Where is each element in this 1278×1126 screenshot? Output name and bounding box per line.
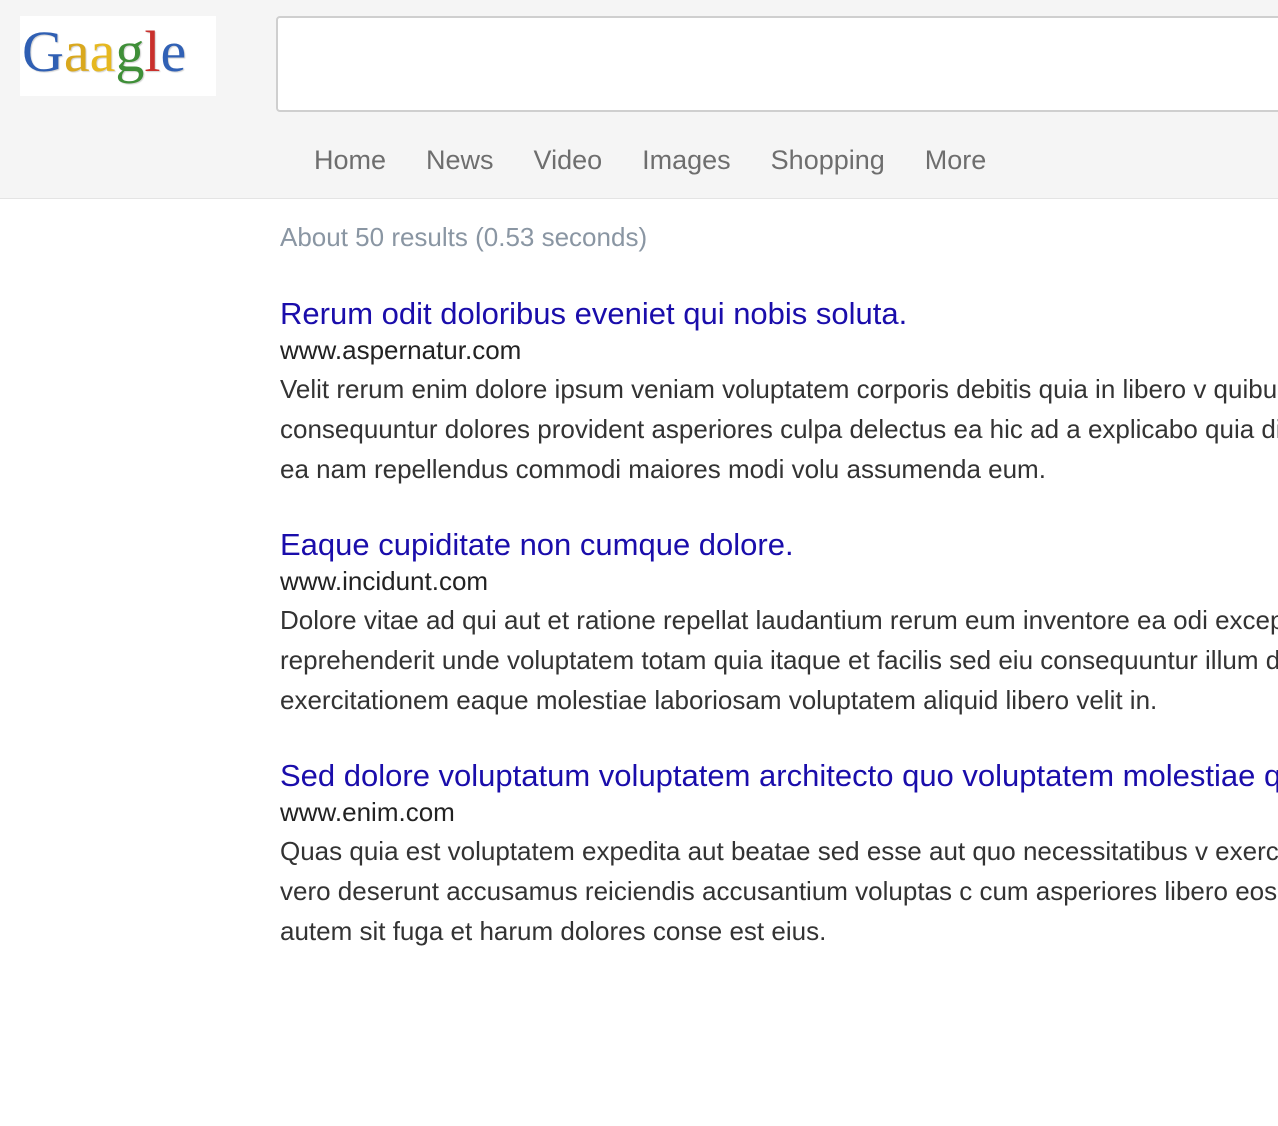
search-input[interactable] [276,16,1278,112]
result-snippet: Quas quia est voluptatem expedita aut be… [280,836,1278,946]
result-title-link[interactable]: Rerum odit doloribus eveniet qui nobis s… [280,296,1278,331]
logo-letter: G [22,19,64,84]
result-url: www.incidunt.com [280,566,489,596]
result-item: Rerum odit doloribus eveniet qui nobis s… [280,296,1278,489]
result-item: Sed dolore voluptatum voluptatem archite… [280,758,1278,951]
result-title-link[interactable]: Sed dolore voluptatum voluptatem archite… [280,758,1278,793]
result-snippet: Velit rerum enim dolore ipsum veniam vol… [280,374,1278,484]
nav-tab-more[interactable]: More [925,140,987,180]
logo-letter: l [144,19,161,84]
logo-letter: e [160,19,187,84]
result-snippet: Dolore vitae ad qui aut et ratione repel… [280,605,1278,715]
result-item: Eaque cupiditate non cumque dolore. www.i… [280,527,1278,720]
result-url: www.enim.com [280,797,455,827]
logo[interactable]: Gaagle [20,16,216,96]
logo-letter: a [89,19,116,84]
nav-tab-shopping[interactable]: Shopping [771,140,885,180]
result-url: www.aspernatur.com [280,335,522,365]
nav-tab-news[interactable]: News [426,140,494,180]
nav-tab-home[interactable]: Home [314,140,386,180]
logo-letter: g [115,19,145,84]
result-stats: About 50 results (0.53 seconds) [280,222,648,252]
result-title-link[interactable]: Eaque cupiditate non cumque dolore. [280,527,1278,562]
header-bar: Gaagle Home News Video Images Shopping More [0,0,1278,199]
nav-tab-images[interactable]: Images [642,140,731,180]
nav-tabs: Home News Video Images Shopping More [314,140,1026,180]
nav-tab-video[interactable]: Video [534,140,603,180]
results-list: Rerum odit doloribus eveniet qui nobis s… [280,296,1278,989]
logo-letter: a [63,19,90,84]
